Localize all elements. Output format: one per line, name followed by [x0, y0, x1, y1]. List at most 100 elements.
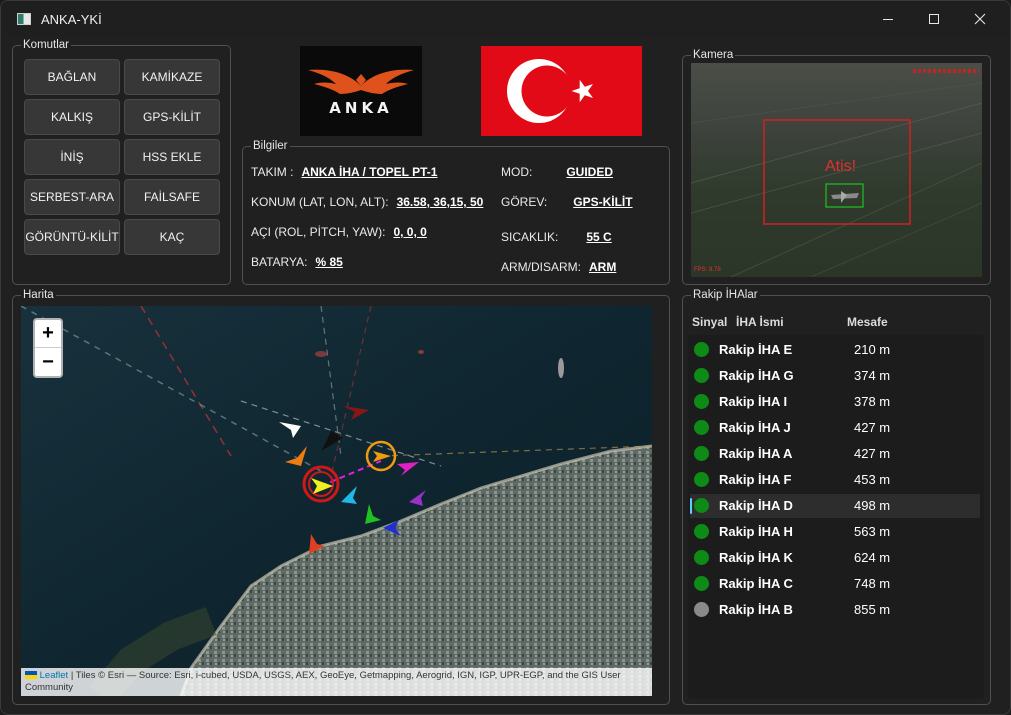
position-info: KONUM (LAT, LON, ALT): 36.58, 36,15, 50 — [251, 195, 483, 209]
attribution-text: | Tiles © Esri — Source: Esri, i-cubed, … — [25, 670, 621, 693]
commands-grid: BAĞLAN KAMİKAZE KALKIŞ GPS-KİLİT İNİŞ HS… — [24, 59, 220, 255]
close-button[interactable] — [957, 1, 1003, 37]
rival-distance: 624 m — [854, 550, 891, 565]
leaflet-link[interactable]: Leaflet — [40, 670, 69, 681]
info-title: Bilgiler — [251, 139, 290, 153]
crescent-star-icon — [507, 59, 593, 123]
rival-name: Rakip İHA G — [719, 368, 794, 383]
arm-info: ARM/DISARM: ARM — [501, 260, 616, 274]
rival-name: Rakip İHA H — [719, 524, 793, 539]
add-hss-button[interactable]: HSS EKLE — [124, 139, 220, 175]
temperature-info: SICAKLIK: 55 C — [501, 230, 612, 244]
task-value: GPS-KİLİT — [573, 195, 633, 209]
rival-name: Rakip İHA K — [719, 550, 793, 565]
failsafe-button[interactable]: FAİLSAFE — [124, 179, 220, 215]
app-icon — [17, 13, 31, 25]
battery-value: % 85 — [315, 255, 343, 269]
escape-button[interactable]: KAÇ — [124, 219, 220, 255]
task-info: GÖREV: GPS-KİLİT — [501, 195, 633, 209]
kamikaze-button[interactable]: KAMİKAZE — [124, 59, 220, 95]
rival-distance: 374 m — [854, 368, 891, 383]
map-imagery — [21, 306, 652, 696]
anka-wings-icon — [308, 69, 414, 94]
position-label: KONUM (LAT, LON, ALT): — [251, 195, 389, 209]
position-value: 36.58, 36,15, 50 — [396, 195, 484, 209]
free-search-button[interactable]: SERBEST-ARA — [24, 179, 120, 215]
camera-fps-text: FPS: 8.78 — [694, 267, 721, 273]
rival-distance: 378 m — [854, 394, 891, 409]
commands-group: Komutlar BAĞLAN KAMİKAZE KALKIŞ GPS-KİLİ… — [12, 38, 231, 285]
rival-name: Rakip İHA F — [719, 472, 792, 487]
zoom-in-button[interactable]: + — [35, 320, 61, 348]
angle-info: AÇI (ROL, PİTCH, YAW): 0, 0, 0 — [251, 225, 427, 239]
zoom-out-button[interactable]: − — [35, 348, 61, 376]
image-lock-button[interactable]: GÖRÜNTÜ-KİLİT — [24, 219, 120, 255]
gps-lock-button[interactable]: GPS-KİLİT — [124, 99, 220, 135]
rival-row[interactable]: Rakip İHA J 427 m — [690, 416, 980, 440]
arm-value: ARM — [589, 260, 617, 274]
mode-info: MOD: GUIDED — [501, 165, 613, 179]
rivals-title: Rakip İHAlar — [691, 288, 760, 302]
rival-distance: 748 m — [854, 576, 891, 591]
title-bar: ANKA-YKİ — [1, 1, 1010, 37]
rival-distance: 210 m — [854, 342, 891, 357]
team-info: TAKIM : ANKA İHA / TOPEL PT-1 — [251, 165, 437, 179]
battery-label: BATARYA: — [251, 255, 308, 269]
rival-name: Rakip İHA A — [719, 446, 793, 461]
signal-status-icon — [694, 342, 709, 357]
rival-distance: 427 m — [854, 446, 891, 461]
rival-row-selected[interactable]: Rakip İHA D 498 m — [690, 494, 980, 518]
rival-name: Rakip İHA C — [719, 576, 793, 591]
rival-distance: 453 m — [854, 472, 891, 487]
task-label: GÖREV: — [501, 195, 548, 209]
rival-row[interactable]: Rakip İHA F 453 m — [690, 468, 980, 492]
maximize-button[interactable] — [911, 1, 957, 37]
takeoff-button[interactable]: KALKIŞ — [24, 99, 120, 135]
commands-title: Komutlar — [21, 38, 72, 52]
selection-indicator — [690, 498, 692, 514]
ukraine-flag-icon — [25, 671, 37, 680]
camera-overlay-text: Atis! — [825, 158, 857, 175]
rival-name: Rakip İHA B — [719, 602, 793, 617]
rival-row[interactable]: Rakip İHA K 624 m — [690, 546, 980, 570]
rivals-list[interactable]: Rakip İHA E 210 m Rakip İHA G 374 m Raki… — [688, 335, 984, 699]
rival-distance: 427 m — [854, 420, 891, 435]
signal-status-icon — [694, 498, 709, 513]
camera-feed: Atis! FPS: 8.78 — [691, 63, 982, 277]
name-column-header[interactable]: İHA İsmi — [736, 315, 784, 329]
minimize-icon — [883, 18, 893, 20]
temperature-value: 55 C — [586, 230, 612, 244]
rival-name: Rakip İHA D — [719, 498, 793, 513]
connect-button[interactable]: BAĞLAN — [24, 59, 120, 95]
signal-status-icon — [694, 394, 709, 409]
rival-row[interactable]: Rakip İHA E 210 m — [690, 338, 980, 362]
minimize-button[interactable] — [865, 1, 911, 37]
signal-status-icon — [694, 550, 709, 565]
mode-value: GUIDED — [566, 165, 614, 179]
anka-logo-text: ANKA — [329, 99, 393, 117]
app-window: ANKA-YKİ Komutlar BAĞLAN KAMİKAZE KALKIŞ… — [0, 0, 1011, 715]
rival-name: Rakip İHA J — [719, 420, 791, 435]
map-view[interactable]: + − Leaflet | Tiles © Esri — Source: Esr… — [21, 306, 652, 696]
rival-row[interactable]: Rakip İHA H 563 m — [690, 520, 980, 544]
rival-row[interactable]: Rakip İHA A 427 m — [690, 442, 980, 466]
battery-info: BATARYA: % 85 — [251, 255, 343, 269]
temperature-label: SICAKLIK: — [501, 230, 559, 244]
rival-row[interactable]: Rakip İHA C 748 m — [690, 572, 980, 596]
signal-column-header[interactable]: Sinyal — [692, 315, 727, 329]
rival-row[interactable]: Rakip İHA I 378 m — [690, 390, 980, 414]
team-value: ANKA İHA / TOPEL PT-1 — [301, 165, 438, 179]
angle-label: AÇI (ROL, PİTCH, YAW): — [251, 225, 386, 239]
turkish-flag — [481, 46, 642, 136]
land-button[interactable]: İNİŞ — [24, 139, 120, 175]
rival-distance: 563 m — [854, 524, 891, 539]
signal-status-icon — [694, 420, 709, 435]
distance-column-header[interactable]: Mesafe — [847, 315, 888, 329]
rival-row[interactable]: Rakip İHA G 374 m — [690, 364, 980, 388]
rival-row[interactable]: Rakip İHA B 855 m — [690, 598, 980, 622]
signal-status-icon — [694, 472, 709, 487]
signal-status-icon — [694, 602, 709, 617]
zoom-control: + − — [33, 318, 63, 378]
anka-logo: ANKA — [300, 46, 422, 136]
rival-name: Rakip İHA I — [719, 394, 788, 409]
